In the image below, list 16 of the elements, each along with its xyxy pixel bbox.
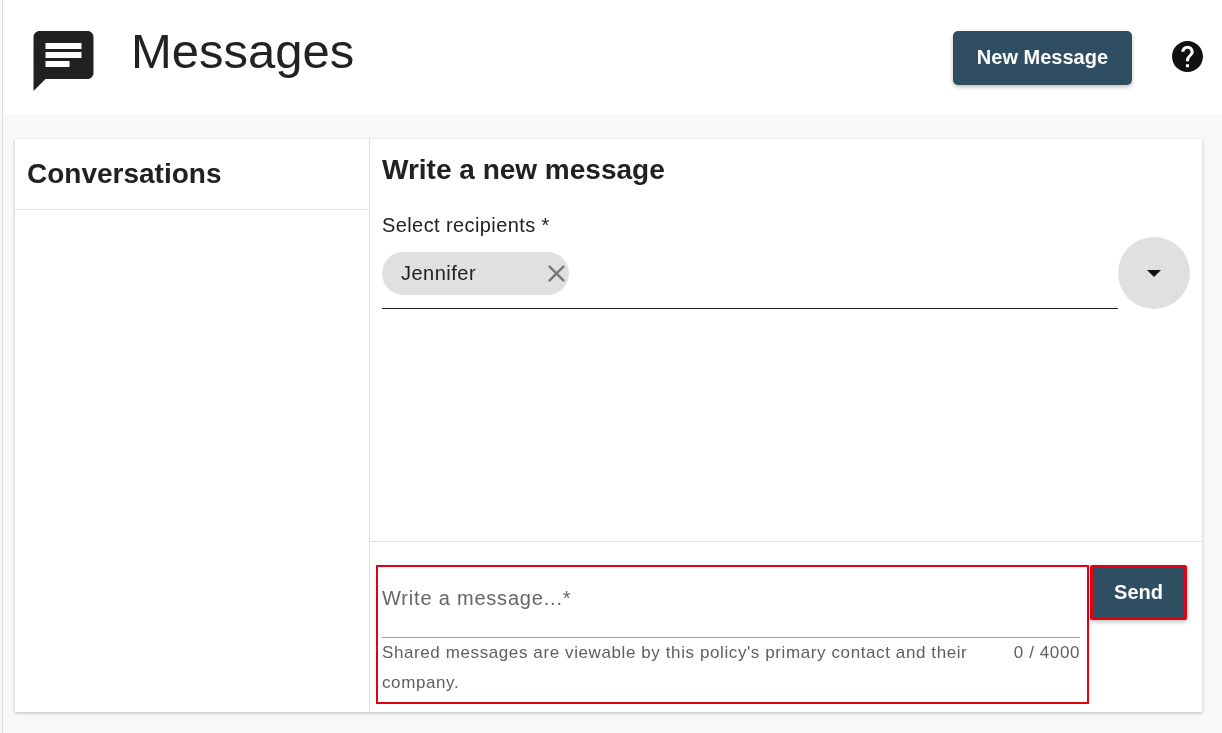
message-field[interactable]: Write a message...* Shared messages are viewable by this policy's primary contact and their company. 0 / 4000 — [376, 565, 1089, 704]
caret-icon — [1147, 269, 1161, 277]
page-title: Messages — [131, 22, 355, 80]
conversations-heading: Conversations — [27, 157, 222, 191]
recipient-chip[interactable]: Jennifer — [382, 251, 570, 295]
close-icon[interactable] — [548, 264, 566, 282]
compose-heading: Write a new message — [382, 153, 666, 187]
help-icon[interactable] — [1172, 41, 1203, 72]
new-message-button[interactable]: New Message — [952, 30, 1132, 85]
message-input[interactable]: Write a message...* — [382, 567, 1080, 638]
send-button[interactable]: Send — [1090, 565, 1187, 620]
recipients-field[interactable]: Jennifer — [382, 237, 1118, 309]
helper-text: Shared messages are viewable by this policy's primary contact and their company. — [382, 642, 969, 694]
recipients-label: Select recipients * — [382, 213, 551, 237]
chat-bubble-icon — [33, 30, 94, 91]
character-counter: 0 / 4000 — [1013, 642, 1080, 664]
